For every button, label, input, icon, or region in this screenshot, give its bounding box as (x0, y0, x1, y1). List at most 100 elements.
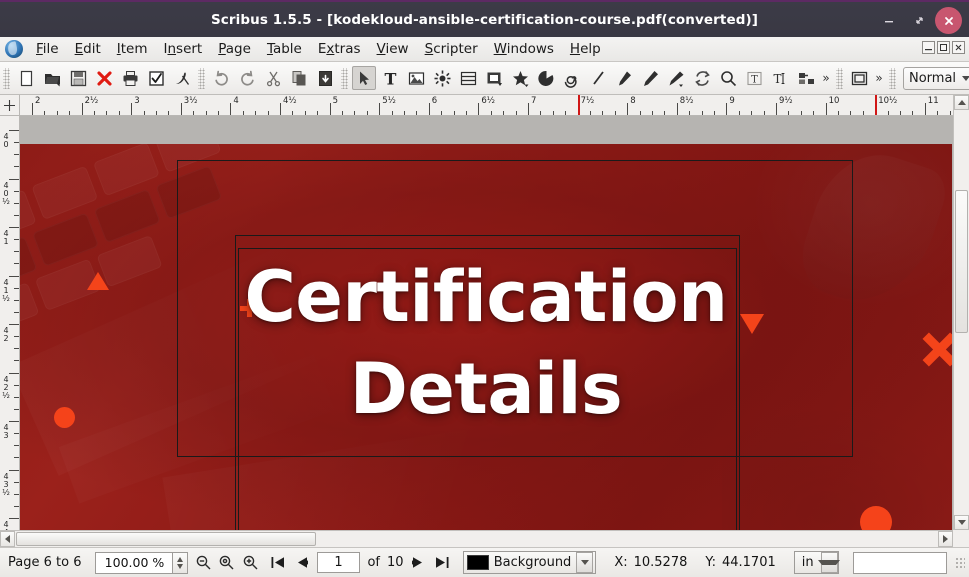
shape-icon[interactable] (482, 66, 506, 90)
pdf-overflow-button[interactable]: » (872, 66, 886, 90)
save-document-icon[interactable] (66, 66, 90, 90)
ruler-minor-tick (392, 111, 393, 115)
document-canvas[interactable]: Certification Details (20, 116, 953, 530)
scroll-down-button[interactable] (954, 515, 969, 530)
edit-contents-icon[interactable]: T (742, 66, 766, 90)
arc-icon[interactable] (534, 66, 558, 90)
status-extra-input[interactable] (853, 552, 947, 574)
previous-page-icon[interactable] (293, 552, 311, 573)
freehand-line-icon[interactable] (638, 66, 662, 90)
vertical-ruler[interactable]: 4040½4141½4242½4343½44 (0, 116, 20, 530)
zoom-in-icon[interactable] (242, 552, 260, 573)
undo-icon[interactable] (209, 66, 233, 90)
unit-select[interactable]: in (794, 551, 839, 574)
ruler-origin-button[interactable] (0, 95, 20, 116)
ruler-tick (677, 103, 678, 115)
tools-overflow-button[interactable]: » (819, 66, 833, 90)
edit-text-story-editor-icon[interactable]: T (768, 66, 792, 90)
next-page-icon[interactable] (410, 552, 428, 573)
spiral-icon[interactable] (560, 66, 584, 90)
menu-item-windows[interactable]: Windows (486, 38, 562, 60)
pdf-push-button-icon[interactable] (847, 66, 871, 90)
current-page-input[interactable]: 1 (317, 552, 361, 573)
ruler-minor-tick (466, 111, 467, 115)
ruler-minor-tick (367, 111, 368, 115)
preflight-verifier-icon[interactable] (144, 66, 168, 90)
scroll-left-button[interactable] (0, 531, 15, 547)
view-mode-dropdown[interactable]: Normal (903, 67, 969, 90)
ruler-label: 6½ (481, 97, 495, 105)
resize-grip[interactable] (955, 557, 965, 569)
mdi-restore-button[interactable] (937, 41, 950, 54)
polygon-icon[interactable] (508, 66, 532, 90)
open-document-icon[interactable] (40, 66, 64, 90)
ruler-minor-tick (255, 111, 256, 115)
horizontal-ruler[interactable]: 22½33½44½55½66½77½88½99½1010½11 (20, 95, 953, 116)
close-document-icon[interactable] (92, 66, 116, 90)
redo-icon[interactable] (235, 66, 259, 90)
cut-icon[interactable] (261, 66, 285, 90)
menu-item-table[interactable]: Table (259, 38, 310, 60)
scroll-right-button[interactable] (938, 531, 953, 547)
unit-chevron-down-icon[interactable] (821, 552, 838, 573)
print-icon[interactable] (118, 66, 142, 90)
menu-item-scripter[interactable]: Scripter (417, 38, 486, 60)
toolbar-grip-file[interactable] (3, 68, 10, 89)
ruler-label: 10 (829, 97, 840, 105)
zoom-stepper[interactable] (173, 552, 188, 574)
line-icon[interactable] (586, 66, 610, 90)
vertical-scrollbar[interactable] (953, 95, 969, 530)
menu-item-extras[interactable]: Extras (310, 38, 369, 60)
link-text-frames-icon[interactable] (794, 66, 818, 90)
menu-item-insert[interactable]: Insert (156, 38, 211, 60)
ruler-minor-tick (268, 111, 269, 115)
image-frame-icon[interactable] (404, 66, 428, 90)
menu-item-page[interactable]: Page (210, 38, 259, 60)
minimize-button[interactable] (875, 7, 903, 35)
zoom-fit-icon[interactable] (218, 552, 236, 573)
toolbar-grip-mode[interactable] (889, 68, 896, 89)
layer-chevron-down-icon[interactable] (576, 552, 593, 573)
paste-icon[interactable] (313, 66, 337, 90)
menu-item-edit[interactable]: Edit (67, 38, 109, 60)
toolbar-grip-pdf[interactable] (836, 68, 843, 89)
scribus-logo-icon (5, 40, 23, 58)
mdi-minimize-button[interactable] (922, 41, 935, 54)
zoom-input[interactable]: 100.00 % (95, 552, 173, 574)
window-controls (875, 2, 962, 39)
ruler-label: 5½ (382, 97, 396, 105)
menu-item-view[interactable]: View (369, 38, 417, 60)
vertical-scrollbar-thumb[interactable] (955, 190, 968, 333)
text-frame-icon[interactable]: T (378, 66, 402, 90)
scroll-up-button[interactable] (954, 95, 969, 110)
last-page-icon[interactable] (433, 552, 451, 573)
menu-item-help[interactable]: Help (562, 38, 609, 60)
ruler-tick (9, 179, 20, 180)
zoom-icon[interactable] (716, 66, 740, 90)
new-document-icon[interactable] (14, 66, 38, 90)
horizontal-scrollbar-thumb[interactable] (16, 532, 316, 546)
maximize-button[interactable] (905, 7, 933, 35)
export-pdf-icon[interactable] (170, 66, 194, 90)
table-icon[interactable] (456, 66, 480, 90)
ruler-label: 41½ (0, 279, 12, 303)
bezier-curve-icon[interactable] (612, 66, 636, 90)
rotate-item-icon[interactable] (690, 66, 714, 90)
toolbar-grip-tools[interactable] (341, 68, 348, 89)
menu-item-item[interactable]: Item (109, 38, 156, 60)
mdi-close-button[interactable] (952, 41, 965, 54)
document-page[interactable]: Certification Details (20, 144, 952, 530)
first-page-icon[interactable] (269, 552, 287, 573)
copy-icon[interactable] (287, 66, 311, 90)
horizontal-scrollbar[interactable] (0, 530, 953, 547)
toolbar-grip-edit[interactable] (198, 68, 205, 89)
render-frame-icon[interactable] (430, 66, 454, 90)
calligraphic-line-icon[interactable] (664, 66, 688, 90)
select-item-icon[interactable] (352, 66, 376, 90)
layer-select[interactable]: Background (463, 551, 597, 574)
ruler-minor-tick (57, 111, 58, 115)
close-button[interactable] (935, 7, 962, 34)
menu-item-file[interactable]: File (28, 38, 67, 60)
total-pages-label: 10 (387, 555, 404, 570)
zoom-out-icon[interactable] (194, 552, 212, 573)
